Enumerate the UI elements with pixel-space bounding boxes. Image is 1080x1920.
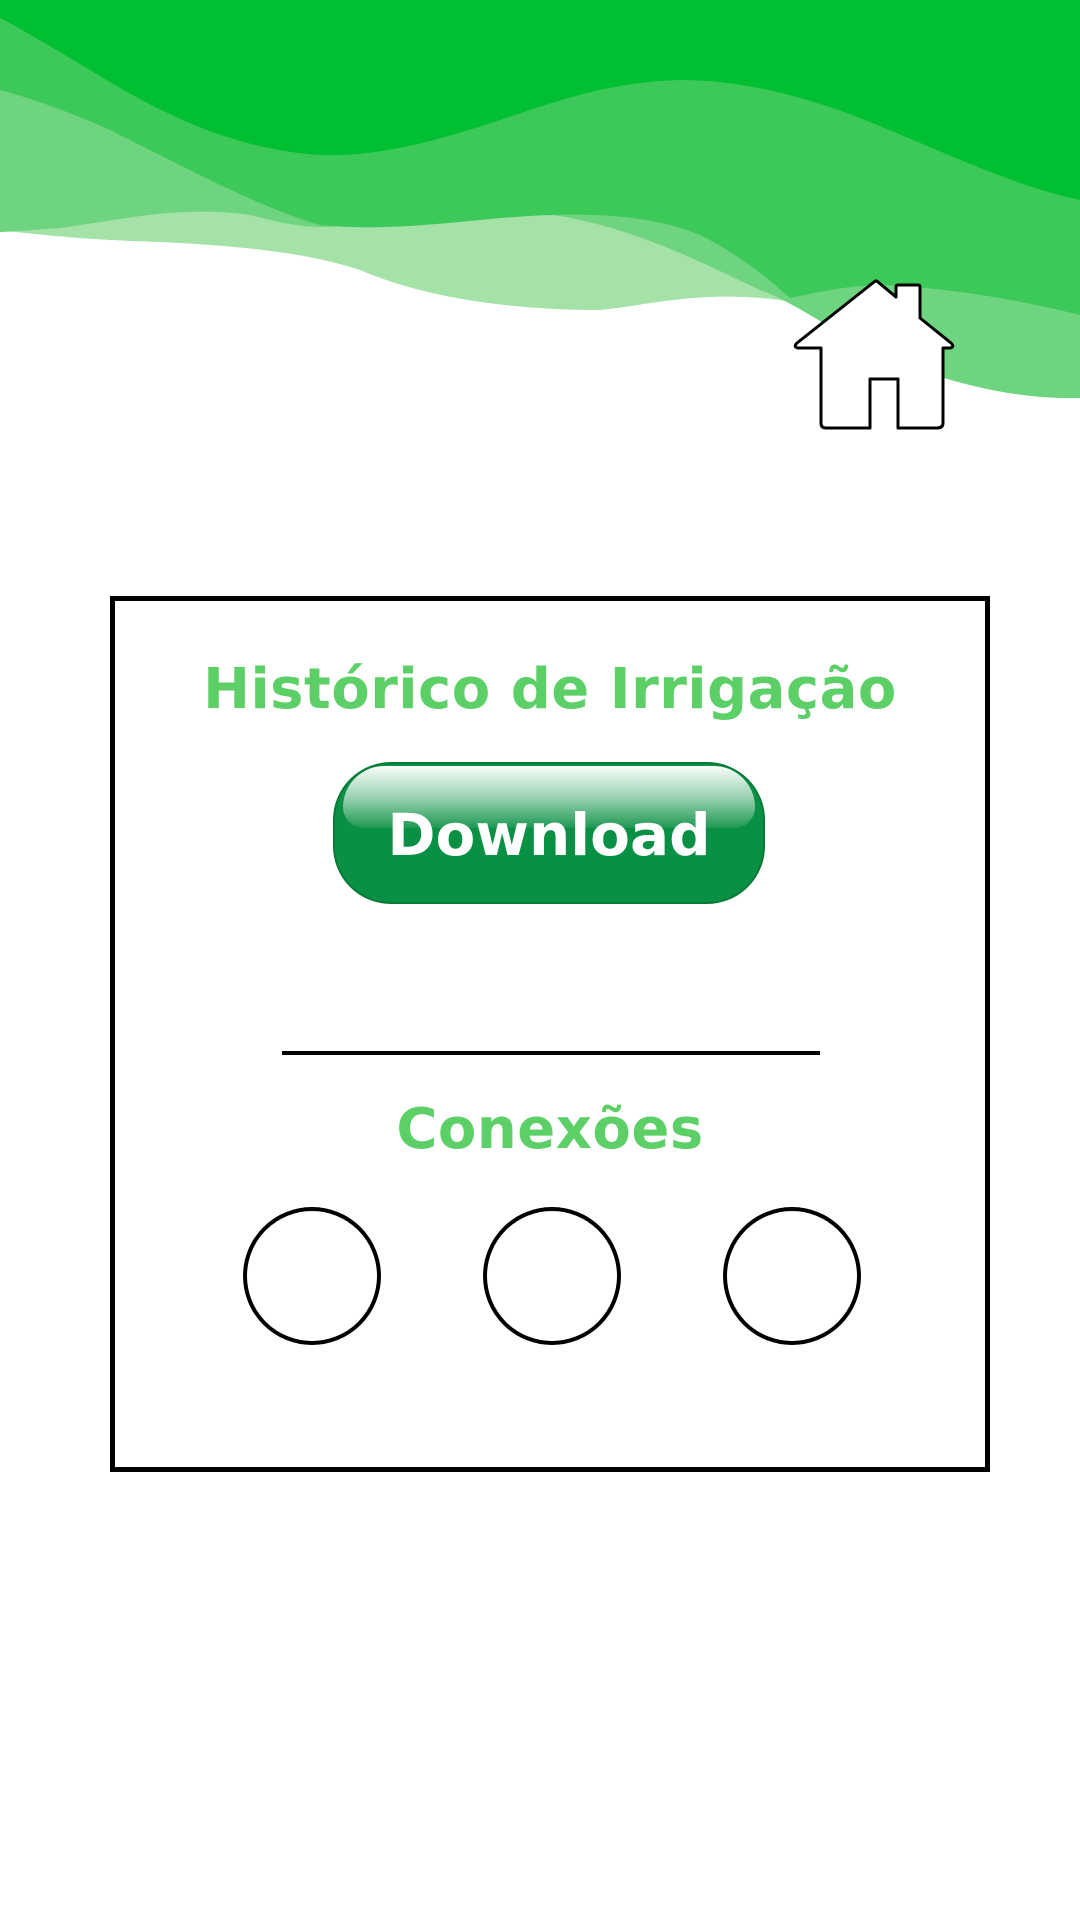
connection-slot-3[interactable] [723, 1207, 861, 1345]
download-button-label: Download [387, 801, 711, 869]
connections-title: Conexões [396, 1097, 704, 1162]
history-title: Histórico de Irrigação [203, 657, 897, 722]
section-divider [282, 1051, 820, 1055]
connection-slot-1[interactable] [243, 1207, 381, 1345]
history-card: Histórico de Irrigação Download Conexões [110, 596, 990, 1472]
home-button[interactable] [790, 278, 975, 433]
connection-slot-2[interactable] [483, 1207, 621, 1345]
irrigation-history-screen: Histórico de Irrigação Download Conexões [0, 0, 1080, 1920]
home-icon [793, 279, 955, 430]
download-button[interactable]: Download [333, 762, 765, 904]
